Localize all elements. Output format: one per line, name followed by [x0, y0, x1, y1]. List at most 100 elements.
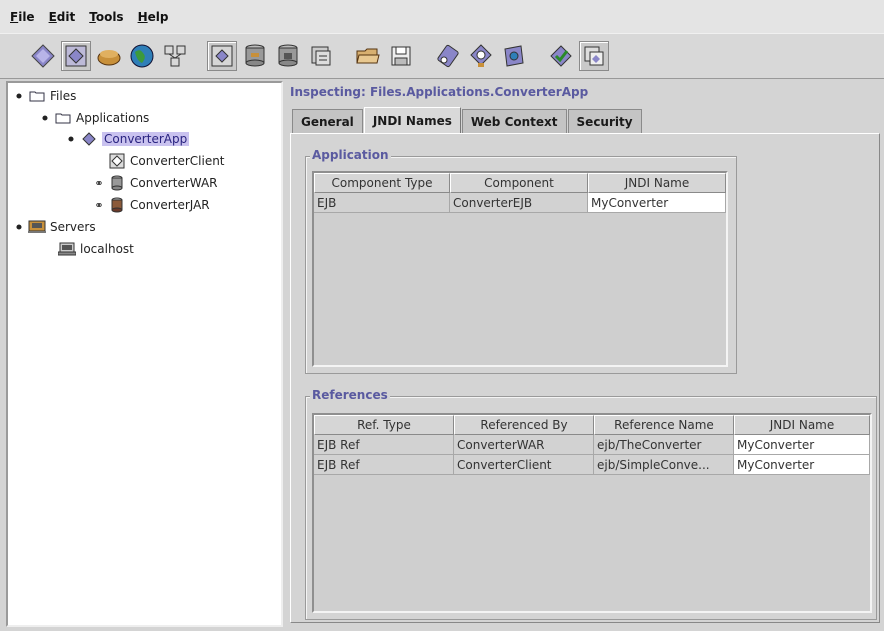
references-group: References Ref. Type Referenced By Refer…: [305, 388, 877, 620]
tree-label-converter-app: ConverterApp: [102, 132, 190, 146]
table-cell: EJB Ref: [314, 435, 454, 455]
table-header: Component Type Component JNDI Name: [314, 173, 726, 193]
open-icon: [356, 48, 380, 64]
table-cell: EJB: [314, 193, 450, 213]
new-component-button[interactable]: [94, 41, 124, 71]
open-button[interactable]: [353, 41, 383, 71]
menu-edit[interactable]: Edit: [49, 10, 76, 24]
table-cell: ejb/TheConverter: [594, 435, 734, 455]
tree-label-files: Files: [50, 89, 77, 103]
new-application-icon: [31, 44, 55, 68]
column-header[interactable]: JNDI Name: [588, 173, 726, 193]
deploy-icon: [211, 45, 233, 67]
tree-label-applications: Applications: [76, 111, 150, 125]
table-header: Ref. Type Referenced By Reference Name J…: [314, 415, 870, 435]
new-enterprise-bean-icon: [164, 45, 186, 67]
jar-icon: [108, 197, 126, 213]
inspect-icon: [470, 44, 492, 67]
table-row[interactable]: EJB Ref ConverterClient ejb/SimpleConve.…: [314, 455, 870, 475]
ok-button[interactable]: [546, 41, 576, 71]
column-header[interactable]: JNDI Name: [734, 415, 870, 435]
inspect-button[interactable]: [466, 41, 496, 71]
table-cell: EJB Ref: [314, 455, 454, 475]
tree-label-servers: Servers: [50, 220, 96, 234]
tab-strip: General JNDI Names Web Context Security: [292, 107, 643, 133]
remove-server-icon: [278, 44, 298, 67]
expand-handle-icon[interactable]: ⚫: [12, 221, 26, 234]
table-cell: ConverterClient: [454, 455, 594, 475]
security-button[interactable]: [579, 41, 609, 71]
application-client-icon: [108, 153, 126, 169]
tree-node-converter-war[interactable]: ⚭ ConverterWAR: [92, 173, 218, 193]
column-header[interactable]: Component Type: [314, 173, 450, 193]
verify-icon: [437, 44, 459, 68]
servers-icon: [28, 219, 46, 235]
tree-label-converter-war: ConverterWAR: [130, 176, 218, 190]
column-header[interactable]: Referenced By: [454, 415, 594, 435]
expand-handle-icon[interactable]: ⚫: [12, 90, 26, 103]
expand-handle-icon[interactable]: ⚫: [64, 133, 78, 146]
tree-node-localhost[interactable]: localhost: [58, 239, 134, 259]
tree-node-converter-client[interactable]: ConverterClient: [108, 151, 225, 171]
jndi-name-field[interactable]: MyConverter: [588, 193, 726, 213]
new-enterprise-bean-button[interactable]: [160, 41, 190, 71]
jar-button[interactable]: [499, 41, 529, 71]
tree-node-applications[interactable]: ⚫ Applications: [38, 108, 149, 128]
toolbar: [0, 33, 884, 79]
application-table[interactable]: Component Type Component JNDI Name EJB C…: [312, 171, 728, 367]
tree-label-converter-jar: ConverterJAR: [130, 198, 210, 212]
file-tree[interactable]: ⚫ Files ⚫ Applications ⚫ ConverterApp Co…: [6, 81, 283, 627]
tab-security[interactable]: Security: [567, 109, 642, 133]
save-icon: [391, 46, 411, 66]
column-header[interactable]: Component: [450, 173, 588, 193]
menu-file[interactable]: File: [10, 10, 35, 24]
verify-button[interactable]: [433, 41, 463, 71]
tree-node-files[interactable]: ⚫ Files: [12, 86, 76, 106]
add-server-icon: [245, 44, 265, 67]
tab-general[interactable]: General: [292, 109, 363, 133]
jndi-name-field[interactable]: MyConverter: [734, 435, 870, 455]
column-header[interactable]: Ref. Type: [314, 415, 454, 435]
menu-tools[interactable]: Tools: [89, 10, 123, 24]
tree-label-converter-client: ConverterClient: [130, 154, 225, 168]
tab-jndi-names[interactable]: JNDI Names: [363, 107, 461, 133]
remove-server-button[interactable]: [273, 41, 303, 71]
war-icon: [108, 175, 126, 191]
folder-icon: [54, 110, 72, 126]
table-cell: ConverterEJB: [450, 193, 588, 213]
tree-node-converter-app[interactable]: ⚫ ConverterApp: [64, 129, 190, 149]
new-application-client-button[interactable]: [61, 41, 91, 71]
inspector-title: Inspecting: Files.Applications.Converter…: [290, 85, 589, 99]
references-table[interactable]: Ref. Type Referenced By Reference Name J…: [312, 413, 872, 613]
table-row[interactable]: EJB ConverterEJB MyConverter: [314, 193, 726, 213]
new-web-component-icon: [130, 44, 154, 68]
new-web-component-button[interactable]: [127, 41, 157, 71]
ok-icon: [550, 45, 572, 67]
inspector-panel: Inspecting: Files.Applications.Converter…: [286, 81, 882, 627]
new-application-button[interactable]: [28, 41, 58, 71]
folder-icon: [28, 88, 46, 104]
save-button[interactable]: [386, 41, 416, 71]
deploy-button[interactable]: [207, 41, 237, 71]
table-row[interactable]: EJB Ref ConverterWAR ejb/TheConverter My…: [314, 435, 870, 455]
menu-help[interactable]: Help: [138, 10, 169, 24]
tree-node-servers[interactable]: ⚫ Servers: [12, 217, 96, 237]
server-icon: [58, 241, 76, 257]
application-group-title: Application: [310, 148, 391, 162]
application-icon: [80, 131, 98, 147]
jndi-name-field[interactable]: MyConverter: [734, 455, 870, 475]
expand-handle-icon[interactable]: ⚫: [38, 112, 52, 125]
update-files-button[interactable]: [306, 41, 336, 71]
jar-icon: [504, 45, 524, 67]
column-header[interactable]: Reference Name: [594, 415, 734, 435]
collapsed-handle-icon[interactable]: ⚭: [92, 177, 106, 190]
add-server-button[interactable]: [240, 41, 270, 71]
table-cell: ejb/SimpleConve...: [594, 455, 734, 475]
new-application-client-icon: [65, 45, 87, 67]
tab-web-context[interactable]: Web Context: [461, 109, 567, 133]
collapsed-handle-icon[interactable]: ⚭: [92, 199, 106, 212]
security-icon: [584, 46, 604, 66]
tree-node-converter-jar[interactable]: ⚭ ConverterJAR: [92, 195, 210, 215]
new-component-icon: [97, 50, 121, 66]
update-files-icon: [311, 46, 331, 66]
